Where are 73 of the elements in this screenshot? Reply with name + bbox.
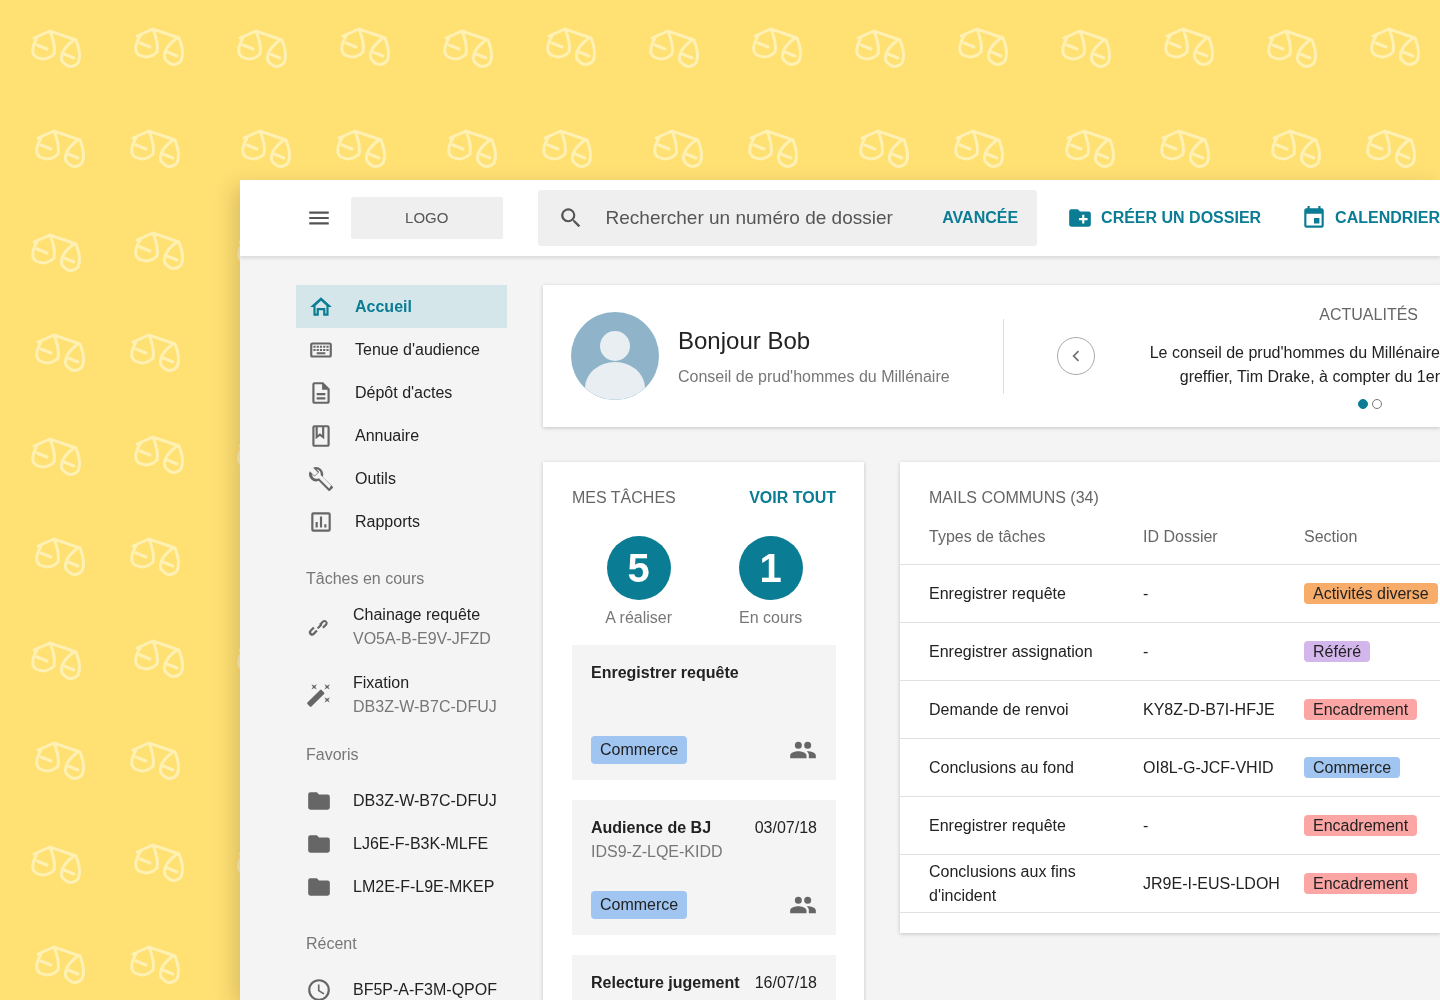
advanced-search-link[interactable]: AVANCÉE	[942, 206, 1019, 230]
table-cell-text: JR9E-I-EUS-LDOH	[1143, 873, 1281, 894]
nav-item[interactable]: Rapports	[296, 500, 507, 543]
table-cell-text: Demande de renvoi	[929, 699, 1070, 720]
column-header: Types de tâches	[929, 527, 1047, 547]
card-title: MES TÂCHES	[572, 487, 676, 508]
court-name: Conseil de prud'hommes du Millénaire	[678, 367, 950, 387]
sidebar-item[interactable]: Fixation DB3Z-W-B7C-DFUJ	[296, 671, 543, 719]
section-tag: Encadrement	[1304, 814, 1418, 836]
task-card[interactable]: Audience de BJ 03/07/18 IDS9-Z-LQE-KIDD Commerce	[572, 800, 836, 935]
clock-icon	[306, 976, 332, 1000]
table-cell-text: -	[1143, 583, 1150, 604]
item-label: Chainage requête	[353, 605, 482, 625]
nav-item[interactable]: Annuaire	[296, 414, 507, 457]
sidebar-item[interactable]: LJ6E-F-B3K-MLFE	[296, 822, 543, 865]
table-cell-text: Enregistrer requête	[929, 815, 1067, 836]
task-title: Relecture jugement	[591, 973, 740, 993]
greeting: Bonjour Bob	[678, 326, 812, 356]
counter-badge: 1	[738, 536, 803, 600]
nav-item[interactable]: Accueil	[296, 285, 507, 328]
wrench-icon	[308, 465, 334, 492]
logo: LOGO	[351, 197, 503, 239]
card-title: MAILS COMMUNS (34)	[928, 488, 1100, 508]
task-title: Enregistrer requête	[591, 663, 739, 683]
table-cell-text: OI8L-G-JCF-VHID	[1143, 757, 1275, 778]
case-id: VO5A-B-E9V-JFZD	[353, 629, 491, 649]
sidebar-item[interactable]: BF5P-A-F3M-QPOF	[296, 968, 543, 1000]
counter-badge: 5	[606, 536, 671, 600]
section-tag: Commerce	[591, 891, 688, 919]
task-date: 16/07/18	[754, 973, 817, 993]
task-title: Audience de BJ	[591, 818, 712, 838]
see-all-link[interactable]: VOIR TOUT	[749, 486, 836, 510]
counter-label: A réaliser	[605, 608, 672, 628]
carousel-dot[interactable]	[1358, 399, 1368, 409]
search-field[interactable]: Rechercher un numéro de dossier AVANCÉE	[537, 190, 1038, 246]
sidebar-item[interactable]: DB3Z-W-B7C-DFUJ	[296, 779, 543, 822]
section-tag: Commerce	[591, 736, 688, 764]
magic-wand-icon	[306, 682, 332, 708]
calendar-button[interactable]: CALENDRIER	[1301, 205, 1440, 231]
sidebar-item[interactable]: Chainage requête VO5A-B-E9V-JFZD	[296, 603, 543, 651]
nav-item[interactable]: Tenue d'audience	[296, 328, 507, 371]
table-cell-text: KY8Z-D-B7I-HFJE	[1143, 699, 1276, 720]
task-date: 03/07/18	[754, 818, 817, 838]
section-heading: Favoris	[306, 745, 360, 765]
section-tag: Commerce	[1304, 756, 1401, 778]
sidebar-item[interactable]: LM2E-F-L9E-MKEP	[296, 865, 543, 908]
nav-item[interactable]: Dépôt d'actes	[296, 371, 507, 414]
table-cell-text: Conclusions au fond	[929, 757, 1075, 778]
table-cell-text: Enregistrer assignation	[929, 641, 1094, 662]
column-header: ID Dossier	[1143, 527, 1219, 547]
column-header: Section	[1304, 527, 1359, 547]
section-tag: Encadrement	[1304, 872, 1418, 894]
section-tag: Référé	[1304, 640, 1371, 662]
counter-label: En cours	[739, 608, 803, 628]
news-text: Le conseil de prud'hommes du Millénaire	[1148, 343, 1440, 363]
table-cell-text: Conclusions aux fins d'incident	[929, 861, 1077, 906]
task-card[interactable]: Enregistrer requête Commerce	[572, 645, 836, 780]
section-tag: Activités diverse	[1304, 582, 1438, 604]
create-folder-button[interactable]: CRÉER UN DOSSIER	[1067, 205, 1262, 231]
case-id: IDS9-Z-LQE-KIDD	[591, 842, 724, 862]
news-title: ACTUALITÉS	[1318, 304, 1418, 325]
news-text: greffier, Tim Drake, à compter du 1er	[1178, 367, 1440, 387]
item-label: Fixation	[353, 673, 411, 693]
table-cell-text: -	[1143, 815, 1150, 836]
table-cell-text: -	[1143, 641, 1150, 662]
carousel-dot[interactable]	[1372, 399, 1382, 409]
section-tag: Encadrement	[1304, 698, 1418, 720]
section-heading: Tâches en cours	[306, 569, 426, 589]
section-heading: Récent	[306, 934, 358, 954]
nav-item[interactable]: Outils	[296, 457, 507, 500]
task-card[interactable]: Relecture jugement 16/07/18	[572, 955, 836, 1000]
case-id: DB3Z-W-B7C-DFUJ	[353, 697, 497, 717]
table-cell-text: Enregistrer requête	[929, 583, 1067, 604]
